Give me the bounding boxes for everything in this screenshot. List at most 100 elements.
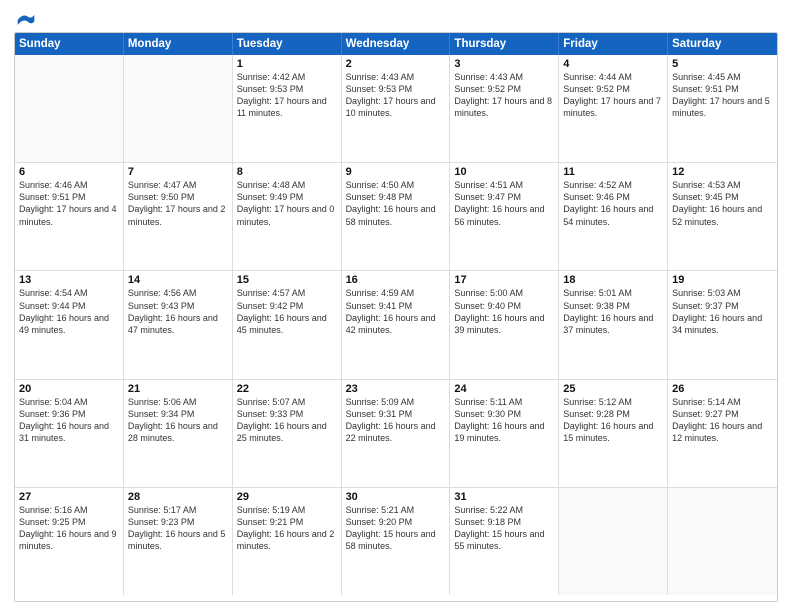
- calendar-cell-14: 14Sunrise: 4:56 AM Sunset: 9:43 PM Dayli…: [124, 271, 233, 378]
- calendar-cell-12: 12Sunrise: 4:53 AM Sunset: 9:45 PM Dayli…: [668, 163, 777, 270]
- day-info: Sunrise: 4:54 AM Sunset: 9:44 PM Dayligh…: [19, 287, 119, 336]
- calendar-cell-20: 20Sunrise: 5:04 AM Sunset: 9:36 PM Dayli…: [15, 380, 124, 487]
- day-info: Sunrise: 5:09 AM Sunset: 9:31 PM Dayligh…: [346, 396, 446, 445]
- calendar-cell-10: 10Sunrise: 4:51 AM Sunset: 9:47 PM Dayli…: [450, 163, 559, 270]
- calendar: SundayMondayTuesdayWednesdayThursdayFrid…: [14, 32, 778, 602]
- calendar-cell-27: 27Sunrise: 5:16 AM Sunset: 9:25 PM Dayli…: [15, 488, 124, 595]
- day-number: 7: [128, 166, 228, 178]
- day-number: 3: [454, 58, 554, 70]
- day-number: 19: [672, 274, 773, 286]
- day-info: Sunrise: 5:06 AM Sunset: 9:34 PM Dayligh…: [128, 396, 228, 445]
- calendar-header-friday: Friday: [559, 33, 668, 55]
- calendar-header-sunday: Sunday: [15, 33, 124, 55]
- day-info: Sunrise: 5:07 AM Sunset: 9:33 PM Dayligh…: [237, 396, 337, 445]
- calendar-cell-17: 17Sunrise: 5:00 AM Sunset: 9:40 PM Dayli…: [450, 271, 559, 378]
- day-number: 9: [346, 166, 446, 178]
- calendar-cell-26: 26Sunrise: 5:14 AM Sunset: 9:27 PM Dayli…: [668, 380, 777, 487]
- calendar-cell-7: 7Sunrise: 4:47 AM Sunset: 9:50 PM Daylig…: [124, 163, 233, 270]
- calendar-cell-2: 2Sunrise: 4:43 AM Sunset: 9:53 PM Daylig…: [342, 55, 451, 162]
- calendar-cell-18: 18Sunrise: 5:01 AM Sunset: 9:38 PM Dayli…: [559, 271, 668, 378]
- calendar-week-2: 6Sunrise: 4:46 AM Sunset: 9:51 PM Daylig…: [15, 163, 777, 271]
- day-info: Sunrise: 4:46 AM Sunset: 9:51 PM Dayligh…: [19, 179, 119, 228]
- day-info: Sunrise: 4:44 AM Sunset: 9:52 PM Dayligh…: [563, 71, 663, 120]
- calendar-header-monday: Monday: [124, 33, 233, 55]
- calendar-cell-9: 9Sunrise: 4:50 AM Sunset: 9:48 PM Daylig…: [342, 163, 451, 270]
- day-number: 26: [672, 383, 773, 395]
- calendar-body: 1Sunrise: 4:42 AM Sunset: 9:53 PM Daylig…: [15, 55, 777, 595]
- day-info: Sunrise: 4:43 AM Sunset: 9:53 PM Dayligh…: [346, 71, 446, 120]
- day-number: 20: [19, 383, 119, 395]
- logo: [14, 10, 36, 26]
- day-info: Sunrise: 5:11 AM Sunset: 9:30 PM Dayligh…: [454, 396, 554, 445]
- day-number: 12: [672, 166, 773, 178]
- day-number: 10: [454, 166, 554, 178]
- day-info: Sunrise: 5:04 AM Sunset: 9:36 PM Dayligh…: [19, 396, 119, 445]
- calendar-cell-15: 15Sunrise: 4:57 AM Sunset: 9:42 PM Dayli…: [233, 271, 342, 378]
- day-number: 13: [19, 274, 119, 286]
- day-info: Sunrise: 4:45 AM Sunset: 9:51 PM Dayligh…: [672, 71, 773, 120]
- day-number: 31: [454, 491, 554, 503]
- calendar-cell-empty-4-6: [668, 488, 777, 595]
- day-number: 23: [346, 383, 446, 395]
- calendar-header-tuesday: Tuesday: [233, 33, 342, 55]
- day-info: Sunrise: 5:22 AM Sunset: 9:18 PM Dayligh…: [454, 504, 554, 553]
- day-number: 18: [563, 274, 663, 286]
- day-number: 8: [237, 166, 337, 178]
- day-number: 15: [237, 274, 337, 286]
- calendar-cell-1: 1Sunrise: 4:42 AM Sunset: 9:53 PM Daylig…: [233, 55, 342, 162]
- calendar-cell-25: 25Sunrise: 5:12 AM Sunset: 9:28 PM Dayli…: [559, 380, 668, 487]
- calendar-week-5: 27Sunrise: 5:16 AM Sunset: 9:25 PM Dayli…: [15, 488, 777, 595]
- calendar-cell-21: 21Sunrise: 5:06 AM Sunset: 9:34 PM Dayli…: [124, 380, 233, 487]
- calendar-week-1: 1Sunrise: 4:42 AM Sunset: 9:53 PM Daylig…: [15, 55, 777, 163]
- calendar-week-4: 20Sunrise: 5:04 AM Sunset: 9:36 PM Dayli…: [15, 380, 777, 488]
- day-number: 25: [563, 383, 663, 395]
- day-info: Sunrise: 5:17 AM Sunset: 9:23 PM Dayligh…: [128, 504, 228, 553]
- day-number: 5: [672, 58, 773, 70]
- day-number: 11: [563, 166, 663, 178]
- day-number: 28: [128, 491, 228, 503]
- calendar-cell-19: 19Sunrise: 5:03 AM Sunset: 9:37 PM Dayli…: [668, 271, 777, 378]
- day-info: Sunrise: 4:52 AM Sunset: 9:46 PM Dayligh…: [563, 179, 663, 228]
- calendar-cell-5: 5Sunrise: 4:45 AM Sunset: 9:51 PM Daylig…: [668, 55, 777, 162]
- calendar-cell-empty-0-0: [15, 55, 124, 162]
- day-info: Sunrise: 4:42 AM Sunset: 9:53 PM Dayligh…: [237, 71, 337, 120]
- calendar-header-thursday: Thursday: [450, 33, 559, 55]
- header: [14, 10, 778, 26]
- calendar-cell-16: 16Sunrise: 4:59 AM Sunset: 9:41 PM Dayli…: [342, 271, 451, 378]
- day-info: Sunrise: 4:43 AM Sunset: 9:52 PM Dayligh…: [454, 71, 554, 120]
- calendar-cell-11: 11Sunrise: 4:52 AM Sunset: 9:46 PM Dayli…: [559, 163, 668, 270]
- logo-icon: [16, 10, 36, 30]
- day-number: 17: [454, 274, 554, 286]
- day-number: 30: [346, 491, 446, 503]
- calendar-cell-29: 29Sunrise: 5:19 AM Sunset: 9:21 PM Dayli…: [233, 488, 342, 595]
- calendar-header-row: SundayMondayTuesdayWednesdayThursdayFrid…: [15, 33, 777, 55]
- day-info: Sunrise: 4:48 AM Sunset: 9:49 PM Dayligh…: [237, 179, 337, 228]
- calendar-cell-empty-4-5: [559, 488, 668, 595]
- day-number: 21: [128, 383, 228, 395]
- day-info: Sunrise: 4:53 AM Sunset: 9:45 PM Dayligh…: [672, 179, 773, 228]
- calendar-cell-22: 22Sunrise: 5:07 AM Sunset: 9:33 PM Dayli…: [233, 380, 342, 487]
- page: SundayMondayTuesdayWednesdayThursdayFrid…: [0, 0, 792, 612]
- day-info: Sunrise: 5:00 AM Sunset: 9:40 PM Dayligh…: [454, 287, 554, 336]
- day-number: 22: [237, 383, 337, 395]
- calendar-cell-30: 30Sunrise: 5:21 AM Sunset: 9:20 PM Dayli…: [342, 488, 451, 595]
- day-number: 1: [237, 58, 337, 70]
- day-number: 2: [346, 58, 446, 70]
- day-info: Sunrise: 5:14 AM Sunset: 9:27 PM Dayligh…: [672, 396, 773, 445]
- calendar-cell-3: 3Sunrise: 4:43 AM Sunset: 9:52 PM Daylig…: [450, 55, 559, 162]
- calendar-cell-4: 4Sunrise: 4:44 AM Sunset: 9:52 PM Daylig…: [559, 55, 668, 162]
- day-info: Sunrise: 4:47 AM Sunset: 9:50 PM Dayligh…: [128, 179, 228, 228]
- day-info: Sunrise: 4:59 AM Sunset: 9:41 PM Dayligh…: [346, 287, 446, 336]
- calendar-cell-23: 23Sunrise: 5:09 AM Sunset: 9:31 PM Dayli…: [342, 380, 451, 487]
- day-number: 14: [128, 274, 228, 286]
- day-number: 6: [19, 166, 119, 178]
- day-info: Sunrise: 5:21 AM Sunset: 9:20 PM Dayligh…: [346, 504, 446, 553]
- day-info: Sunrise: 5:03 AM Sunset: 9:37 PM Dayligh…: [672, 287, 773, 336]
- day-info: Sunrise: 5:01 AM Sunset: 9:38 PM Dayligh…: [563, 287, 663, 336]
- day-info: Sunrise: 4:51 AM Sunset: 9:47 PM Dayligh…: [454, 179, 554, 228]
- day-number: 16: [346, 274, 446, 286]
- calendar-cell-31: 31Sunrise: 5:22 AM Sunset: 9:18 PM Dayli…: [450, 488, 559, 595]
- day-info: Sunrise: 5:12 AM Sunset: 9:28 PM Dayligh…: [563, 396, 663, 445]
- calendar-cell-empty-0-1: [124, 55, 233, 162]
- calendar-week-3: 13Sunrise: 4:54 AM Sunset: 9:44 PM Dayli…: [15, 271, 777, 379]
